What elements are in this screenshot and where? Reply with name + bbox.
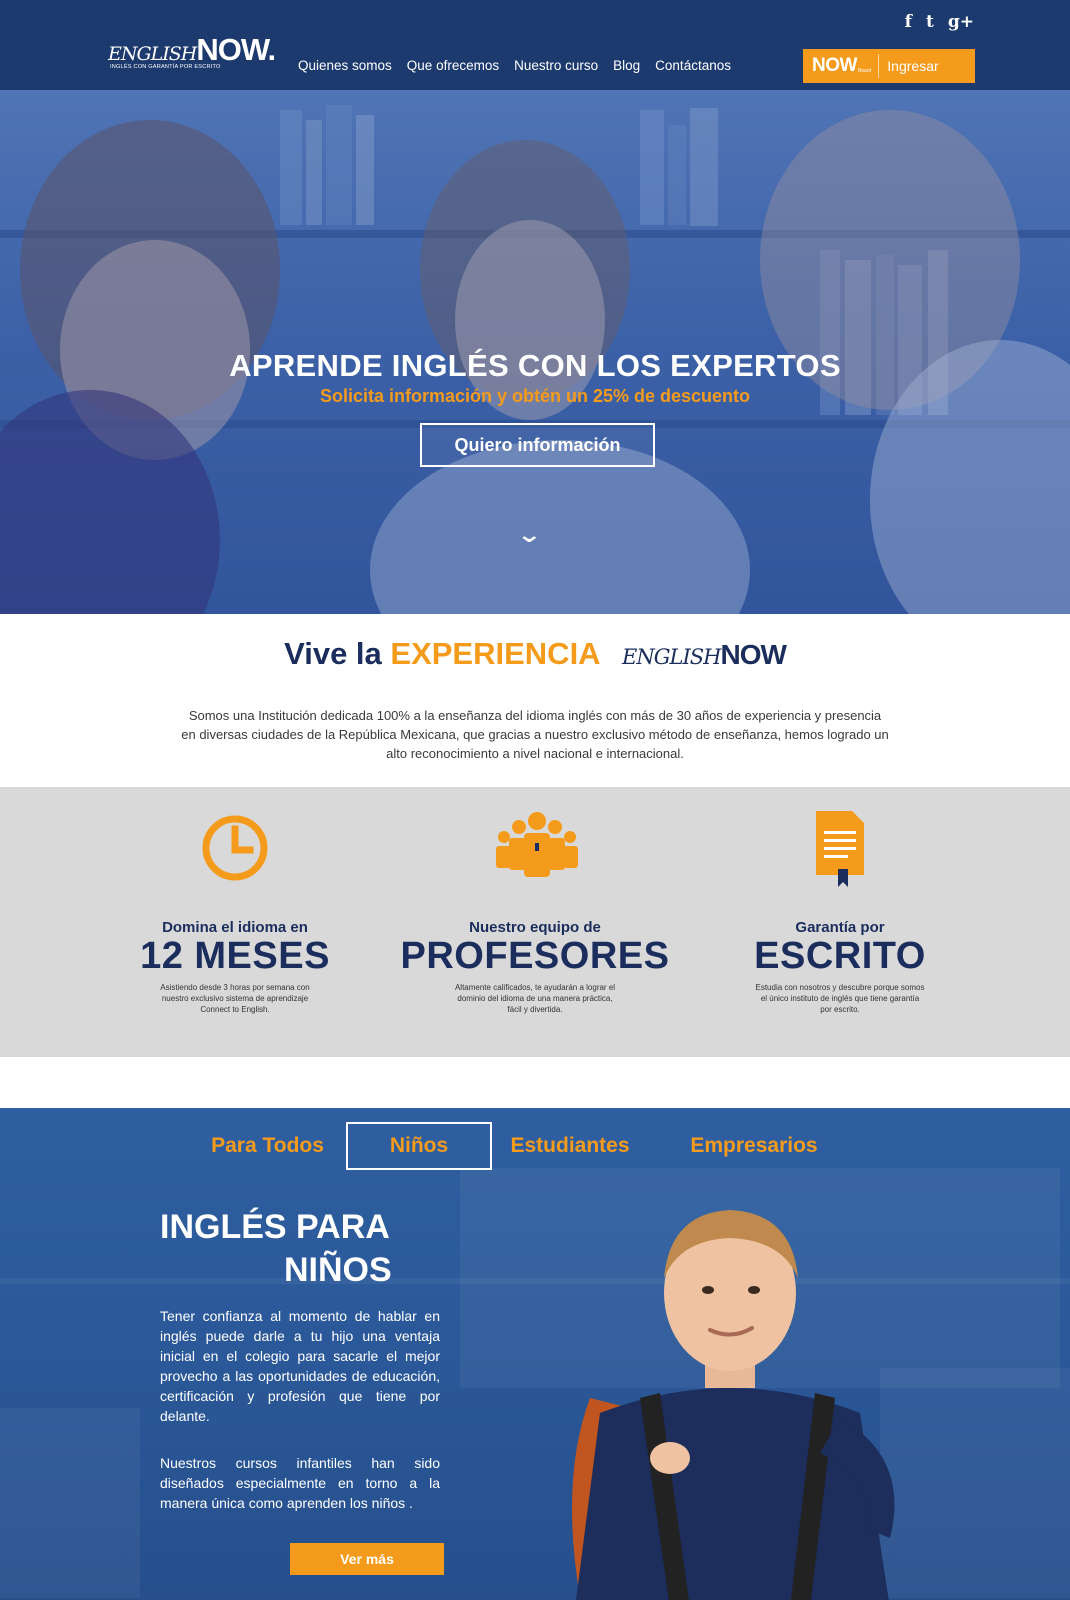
feature-small-text: Garantía por <box>795 919 885 936</box>
feature-big-text: PROFESORES <box>400 935 670 977</box>
tab-empresarios[interactable]: Empresarios <box>676 1122 832 1170</box>
feature-description: Estudia con nosotros y descubre porque s… <box>755 983 925 1014</box>
tab-para-todos[interactable]: Para Todos <box>200 1122 335 1170</box>
hero-banner: APRENDE INGLÉS CON LOS EXPERTOS Solicita… <box>0 90 1070 614</box>
feature-description: Asistiendo desde 3 horas por semana con … <box>160 983 310 1014</box>
feature-big-text: ESCRITO <box>754 935 926 977</box>
login-divider <box>878 54 880 78</box>
site-header: f t g+ ENGLISHNOW. INGLÉS CON GARANTÍA P… <box>0 0 1070 90</box>
chevron-down-icon[interactable]: ⌄ <box>516 522 542 548</box>
nowboard-logo-small: Board <box>857 68 872 74</box>
audience-tabs: Para Todos Niños Estudiantes Empresarios <box>0 1122 1070 1172</box>
experience-text: Somos una Institución dedicada 100% a la… <box>181 708 889 761</box>
experience-title-prefix: Vive la <box>284 636 382 671</box>
login-button[interactable]: NOW Board Ingresar <box>803 49 975 83</box>
tab-ninos[interactable]: Niños <box>346 1122 492 1170</box>
kids-paragraph-1: Tener confianza al momento de hablar en … <box>160 1308 440 1424</box>
hero-title: APRENDE INGLÉS CON LOS EXPERTOS <box>229 348 841 383</box>
kids-paragraph-2: Nuestros cursos infantiles han sido dise… <box>160 1455 440 1511</box>
logo-now: NOW. <box>196 32 276 67</box>
experience-section: Vive la EXPERIENCIA ENGLISHNOW Somos una… <box>0 614 1070 787</box>
nav-contactanos[interactable]: Contáctanos <box>655 58 731 73</box>
experience-logo-now: NOW <box>720 639 786 670</box>
google-plus-icon[interactable]: g+ <box>948 12 974 32</box>
main-nav: Quienes somos Que ofrecemos Nuestro curs… <box>298 58 746 73</box>
nav-blog[interactable]: Blog <box>613 58 640 73</box>
nav-nuestro-curso[interactable]: Nuestro curso <box>514 58 598 73</box>
twitter-icon[interactable]: t <box>926 12 934 32</box>
clock-icon <box>202 815 268 881</box>
quiero-informacion-button[interactable]: Quiero información <box>420 423 655 467</box>
certificate-icon <box>816 811 864 887</box>
social-links: f t g+ <box>905 12 974 32</box>
kids-section: Para Todos Niños Estudiantes Empresarios… <box>0 1108 1070 1600</box>
login-label: Ingresar <box>887 58 939 74</box>
nav-que-ofrecemos[interactable]: Que ofrecemos <box>407 58 499 73</box>
kids-title-line1: INGLÉS PARA <box>160 1208 390 1246</box>
feature-small-text: Nuestro equipo de <box>469 919 601 936</box>
team-icon <box>496 812 578 877</box>
kids-title-line2: NIÑOS <box>284 1251 392 1289</box>
feature-description: Altamente calificados, te ayudarán a log… <box>454 983 616 1014</box>
features-section: Domina el idioma en 12 MESES Asistiendo … <box>0 787 1070 1057</box>
experience-title: Vive la EXPERIENCIA ENGLISHNOW <box>0 636 1070 672</box>
hero-subtitle: Solicita información y obtén un 25% de d… <box>319 386 751 406</box>
feature-big-text: 12 MESES <box>140 935 330 977</box>
site-logo[interactable]: ENGLISHNOW. INGLÉS CON GARANTÍA POR ESCR… <box>108 32 276 70</box>
experience-title-highlight: EXPERIENCIA <box>390 636 600 671</box>
logo-tagline: INGLÉS CON GARANTÍA POR ESCRITO <box>110 64 221 70</box>
tab-estudiantes[interactable]: Estudiantes <box>500 1122 640 1170</box>
nav-quienes-somos[interactable]: Quienes somos <box>298 58 392 73</box>
ver-mas-button[interactable]: Ver más <box>290 1543 444 1575</box>
facebook-icon[interactable]: f <box>905 12 912 32</box>
logo-english: ENGLISH <box>108 43 197 65</box>
nowboard-logo: NOW <box>812 55 857 76</box>
feature-small-text: Domina el idioma en <box>162 919 308 936</box>
experience-logo-english: ENGLISH <box>622 645 721 669</box>
boy-photo <box>572 1210 895 1600</box>
